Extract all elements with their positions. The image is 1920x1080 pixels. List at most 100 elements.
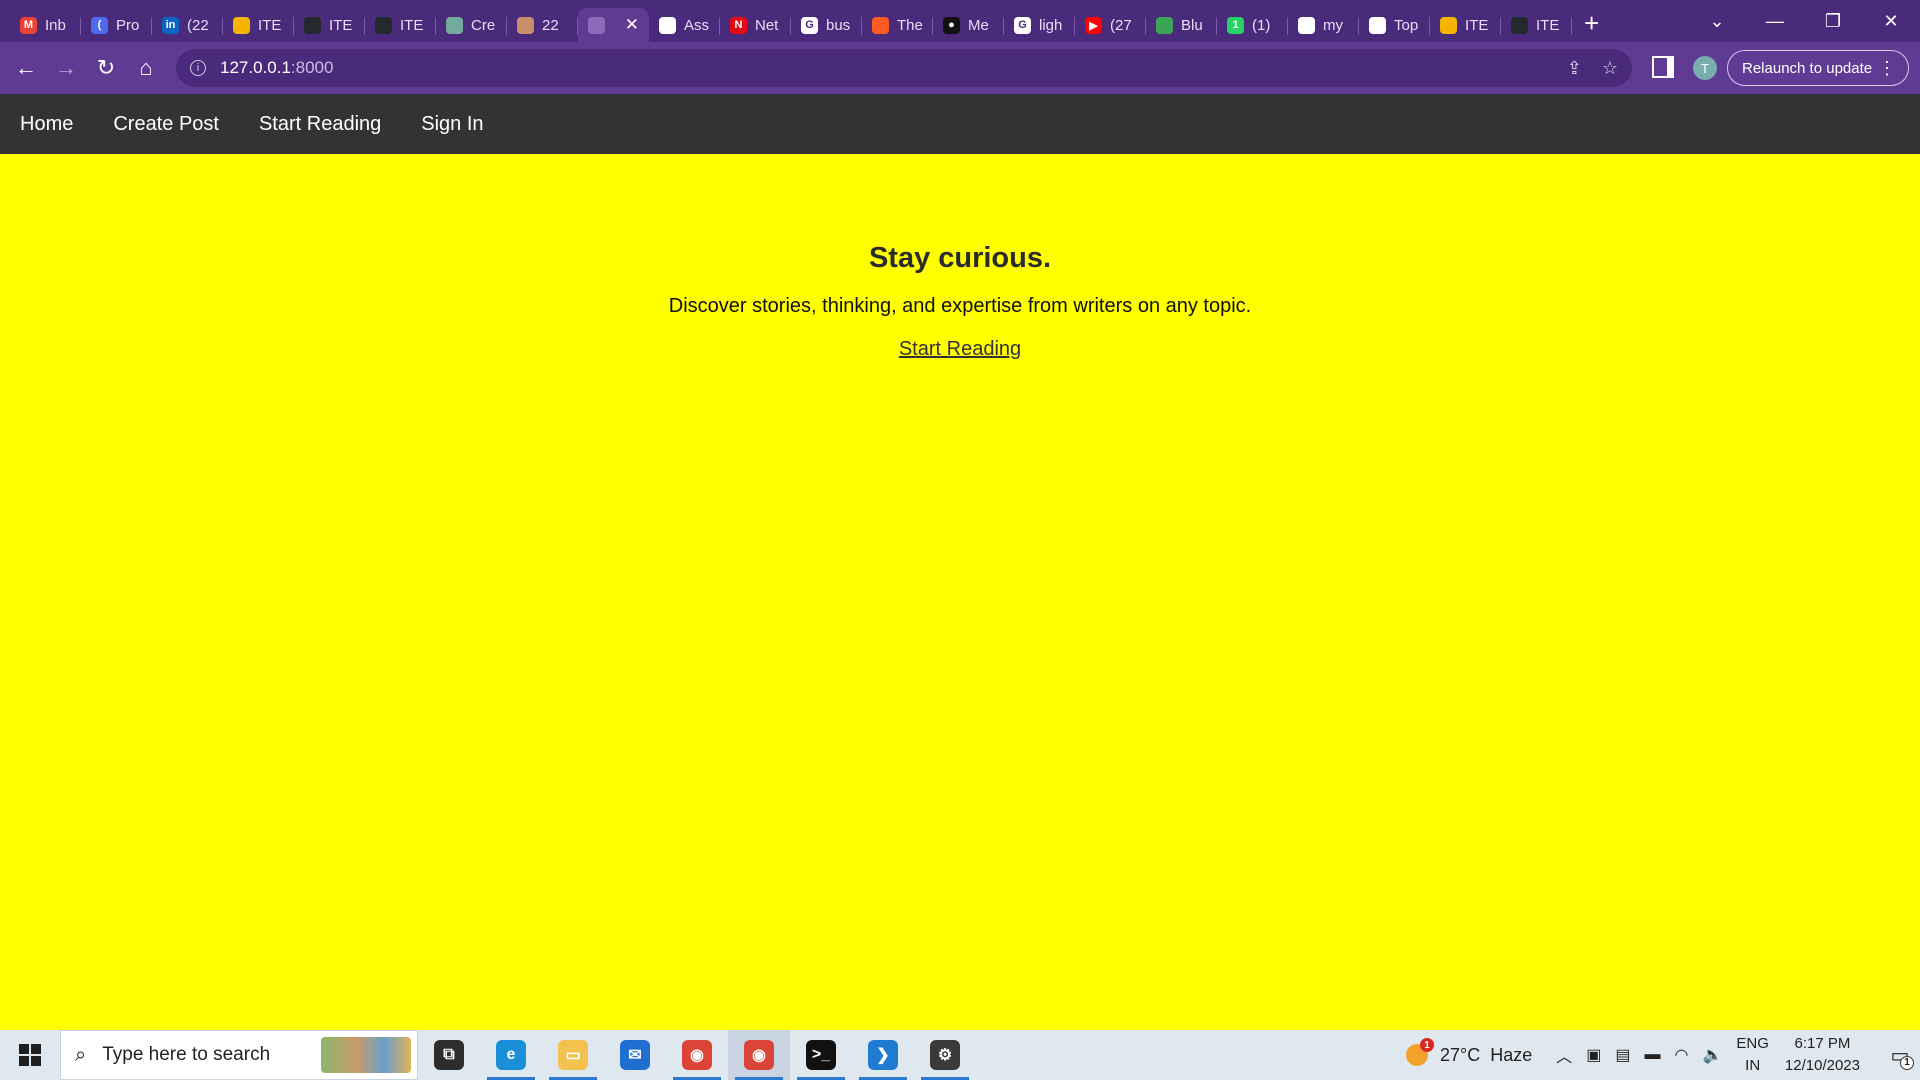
forward-icon[interactable]: → — [46, 48, 86, 88]
nav-create-post[interactable]: Create Post — [113, 113, 219, 136]
taskbar-app[interactable]: ◉ — [728, 1030, 790, 1080]
linkedin-icon: in — [162, 16, 179, 34]
taskbar-app[interactable]: ⧉ — [418, 1030, 480, 1080]
nav-sign-in[interactable]: Sign In — [421, 113, 483, 136]
windows-taskbar: ⌕ Type here to search ⧉ e ▭ ✉ ◉ ◉ >_ ❯ ⚙ 1 27°C … — [0, 1030, 1920, 1080]
medium-icon: ● — [943, 16, 960, 34]
browser-toolbar: ← → ↻ ⌂ i 127.0.0.1:8000 ⇪ ☆ T Relaunch … — [0, 42, 1920, 94]
tab-title: Ass — [684, 16, 710, 34]
tab-title: ITE — [1465, 16, 1489, 34]
browser-tab[interactable]: (Pro — [81, 8, 152, 42]
taskbar-app[interactable]: ▭ — [542, 1030, 604, 1080]
start-reading-link[interactable]: Start Reading — [899, 338, 1021, 361]
taskbar-app[interactable]: ❯ — [852, 1030, 914, 1080]
url-port: :8000 — [290, 58, 334, 77]
browser-tab[interactable]: ● Me — [933, 8, 1004, 42]
chatgpt-icon — [446, 16, 463, 34]
browser-tab[interactable]: ITE — [294, 8, 365, 42]
language-indicator[interactable]: ENG IN — [1736, 1033, 1769, 1077]
search-highlight-image — [321, 1037, 411, 1073]
browser-tab[interactable]: M Inb — [10, 8, 81, 42]
network-adapter-icon[interactable]: ▤ — [1615, 1045, 1630, 1065]
notification-center-icon[interactable]: ▭ 1 — [1880, 1043, 1920, 1070]
browser-tab[interactable]: ITE — [223, 8, 294, 42]
browser-tab[interactable]: ▶ (27 — [1075, 8, 1146, 42]
weather-alert-badge: 1 — [1419, 1038, 1434, 1052]
terminal-icon: >_ — [806, 1040, 836, 1070]
taskbar-app[interactable]: >_ — [790, 1030, 852, 1080]
book-icon — [1156, 16, 1173, 34]
browser-tab[interactable]: 22 — [507, 8, 578, 42]
browser-tab[interactable]: Gbus — [791, 8, 862, 42]
browser-tab[interactable]: 1 (1) — [1217, 8, 1288, 42]
tab-search-icon[interactable]: ⌄ — [1688, 11, 1746, 32]
browser-tab[interactable]: N Net — [720, 8, 791, 42]
nav-home[interactable]: Home — [20, 113, 73, 136]
nav-start-reading[interactable]: Start Reading — [259, 113, 381, 136]
reload-icon[interactable]: ↻ — [86, 48, 126, 88]
share-icon[interactable]: ⇪ — [1567, 58, 1582, 79]
meet-icon[interactable]: ▣ — [1586, 1045, 1601, 1065]
search-placeholder: Type here to search — [102, 1044, 271, 1065]
arc-icon — [1298, 16, 1315, 34]
browser-tab[interactable]: Blu — [1146, 8, 1217, 42]
start-button[interactable] — [0, 1030, 60, 1080]
taskbar-app[interactable]: ⚙ — [914, 1030, 976, 1080]
tab-title: bus — [826, 16, 851, 34]
restore-button[interactable]: ❐ — [1804, 11, 1862, 32]
taskbar-app[interactable]: ◉ — [666, 1030, 728, 1080]
youtube-icon: ▶ — [1085, 16, 1102, 34]
globe-icon — [588, 16, 605, 34]
clock[interactable]: 6:17 PM 12/10/2023 — [1785, 1033, 1860, 1077]
browser-tab[interactable]: Gligh — [1004, 8, 1075, 42]
browser-tab[interactable]: my — [1288, 8, 1359, 42]
browser-tab[interactable]: ✕ — [578, 8, 649, 42]
volume-icon[interactable]: 🔈 — [1702, 1045, 1722, 1065]
url-host: 127.0.0.1 — [220, 58, 291, 77]
browser-tab[interactable]: ITE — [1430, 8, 1501, 42]
tab-title: The — [897, 16, 923, 34]
taskbar-app[interactable]: ✉ — [604, 1030, 666, 1080]
bookmark-star-icon[interactable]: ☆ — [1602, 58, 1618, 79]
new-tab-button[interactable]: + — [1584, 8, 1599, 39]
tab-title: Inb — [45, 16, 66, 34]
browser-tab[interactable]: Ass — [649, 8, 720, 42]
relaunch-label: Relaunch to update — [1742, 59, 1873, 77]
more-menu-icon[interactable]: ⋮ — [1878, 58, 1896, 79]
browser-tab[interactable]: Cre — [436, 8, 507, 42]
site-info-icon[interactable]: i — [190, 60, 206, 76]
minimize-button[interactable]: — — [1746, 11, 1804, 32]
tab-title: ligh — [1039, 16, 1063, 34]
tab-title: (27 — [1110, 16, 1132, 34]
gmail-icon: M — [20, 16, 37, 34]
tab-title: ITE — [329, 16, 353, 34]
github-icon — [375, 16, 392, 34]
relaunch-button[interactable]: Relaunch to update ⋮ — [1727, 50, 1909, 86]
wifi-icon[interactable]: ◠ — [1675, 1045, 1689, 1065]
close-window-button[interactable]: ✕ — [1862, 11, 1920, 32]
browser-tab[interactable]: The — [862, 8, 933, 42]
weather-widget[interactable]: 1 27°C Haze — [1405, 1038, 1532, 1066]
tab-title: Top — [1394, 16, 1419, 34]
home-icon[interactable]: ⌂ — [126, 48, 166, 88]
browser-tab[interactable]: in (22 — [152, 8, 223, 42]
close-tab-icon[interactable]: ✕ — [625, 15, 639, 35]
side-panel-icon[interactable] — [1652, 56, 1674, 78]
back-icon[interactable]: ← — [6, 48, 46, 88]
battery-icon[interactable]: ▬ — [1645, 1046, 1661, 1064]
browser-tab[interactable]: Top — [1359, 8, 1430, 42]
browser-tab[interactable]: ITE — [1501, 8, 1572, 42]
profile-avatar[interactable]: T — [1693, 56, 1717, 80]
address-bar[interactable]: i 127.0.0.1:8000 ⇪ ☆ — [176, 49, 1632, 87]
chevron-up-icon[interactable]: ︿ — [1556, 1043, 1572, 1067]
edge-icon: e — [496, 1040, 526, 1070]
notification-count: 1 — [1900, 1055, 1914, 1070]
square-icon — [872, 16, 889, 34]
whatsapp-icon: 1 — [1227, 16, 1244, 34]
taskbar-search[interactable]: ⌕ Type here to search — [60, 1030, 418, 1080]
github-icon — [304, 16, 321, 34]
tab-list: M Inb (Pro in (22 ITE ITE ITE Cre 22 ✕ Ass N Net Gbus T… — [0, 0, 1572, 42]
taskbar-app[interactable]: e — [480, 1030, 542, 1080]
vscode-icon: ❯ — [868, 1040, 898, 1070]
browser-tab[interactable]: ITE — [365, 8, 436, 42]
